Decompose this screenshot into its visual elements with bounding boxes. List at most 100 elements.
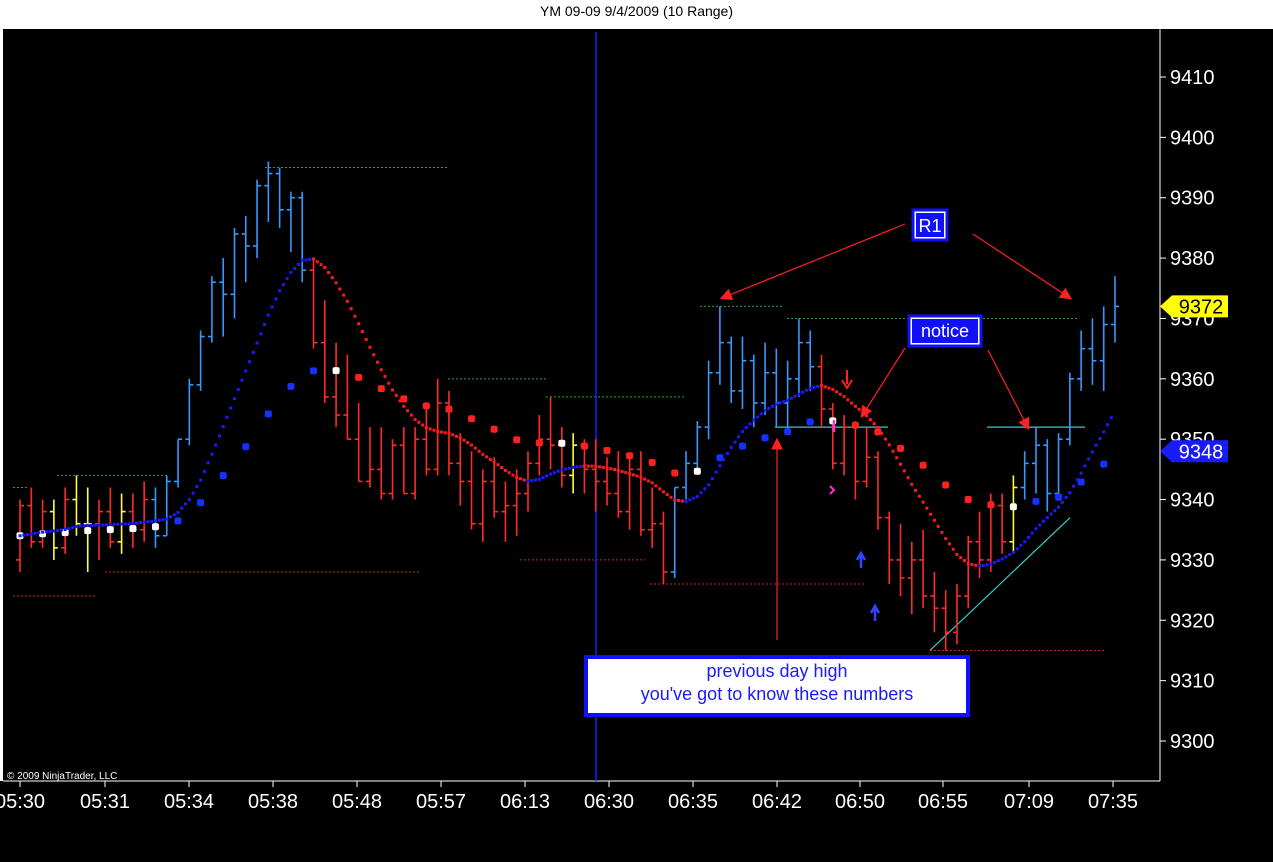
- fast-average-dot: [801, 390, 805, 394]
- fast-average-dot: [93, 523, 97, 527]
- fast-average-dot: [876, 426, 880, 430]
- fast-average-dot: [466, 441, 470, 445]
- fast-average-dot: [214, 443, 218, 447]
- fast-average-dot: [78, 524, 82, 528]
- fast-average-dot: [503, 468, 507, 472]
- fast-average-dot: [714, 470, 718, 474]
- y-tick-label: 9310: [1170, 671, 1215, 693]
- fast-average-dot: [417, 420, 421, 424]
- fast-average-dot: [910, 482, 914, 486]
- fast-average-dot: [432, 428, 436, 432]
- fast-average-dot: [827, 386, 831, 390]
- fast-average-dot: [406, 409, 410, 413]
- fast-average-dot: [974, 563, 978, 567]
- fast-average-dot: [564, 467, 568, 471]
- slow-average-dot: [377, 385, 385, 393]
- fast-average-dot: [29, 532, 33, 536]
- fast-average-dot: [1008, 553, 1012, 557]
- slow-average-dot: [151, 523, 159, 531]
- fast-average-dot: [771, 404, 775, 408]
- fast-average-dot: [842, 395, 846, 399]
- x-tick-label: 06:42: [752, 791, 802, 813]
- fast-average-dot: [556, 469, 560, 473]
- fast-average-dot: [582, 464, 586, 468]
- fast-average-dot: [477, 449, 481, 453]
- fast-average-dot: [778, 401, 782, 405]
- fast-average-dot: [880, 431, 884, 435]
- fast-average-dot: [436, 429, 440, 433]
- fast-average-dot: [1057, 505, 1061, 509]
- fast-average-dot: [883, 437, 887, 441]
- fast-average-dot: [1102, 430, 1106, 434]
- y-tick-label: 9320: [1170, 610, 1215, 632]
- slow-average-dot: [332, 367, 340, 375]
- fast-average-dot: [86, 523, 90, 527]
- fast-average-dot: [74, 524, 78, 528]
- slow-average-dot: [264, 410, 272, 418]
- fast-average-dot: [142, 520, 146, 524]
- fast-average-dot: [1060, 500, 1064, 504]
- fast-average-dot: [225, 415, 229, 419]
- fast-average-dot: [409, 413, 413, 417]
- fast-average-dot: [729, 445, 733, 449]
- fast-average-dot: [914, 488, 918, 492]
- x-tick-label: 05:31: [80, 791, 130, 813]
- slow-average-dot: [919, 461, 927, 469]
- fast-average-dot: [1034, 527, 1038, 531]
- fast-average-dot: [266, 313, 270, 317]
- fast-average-dot: [661, 490, 665, 494]
- fast-average-dot: [628, 472, 632, 476]
- fast-average-dot: [71, 525, 75, 529]
- slow-average-dot: [535, 439, 543, 447]
- fast-average-dot: [597, 465, 601, 469]
- fast-average-dot: [176, 511, 180, 515]
- fast-average-dot: [112, 522, 116, 526]
- fast-average-dot: [530, 479, 534, 483]
- copyright-text: © 2009 NinjaTrader, LLC: [7, 771, 117, 782]
- y-tick-label: 9380: [1170, 248, 1215, 270]
- note-line-2: you've got to know these numbers: [641, 684, 914, 704]
- fast-average-dot: [293, 266, 297, 270]
- fast-average-dot: [67, 526, 71, 530]
- slow-average-dot: [738, 442, 746, 450]
- fast-average-dot: [947, 542, 951, 546]
- fast-average-dot: [379, 368, 383, 372]
- slow-average-dot: [648, 459, 656, 467]
- fast-average-dot: [669, 495, 673, 499]
- fast-average-dot: [763, 409, 767, 413]
- fast-average-dot: [116, 522, 120, 526]
- fast-average-dot: [97, 523, 101, 527]
- fast-average-dot: [48, 529, 52, 533]
- slow-average-dot: [761, 434, 769, 442]
- plot-area[interactable]: [3, 29, 1159, 781]
- fast-average-dot: [853, 404, 857, 408]
- fast-average-dot: [1026, 535, 1030, 539]
- slow-average-dot: [468, 415, 476, 423]
- fast-average-dot: [812, 385, 816, 389]
- fast-average-dot: [221, 425, 225, 429]
- fast-average-dot: [767, 406, 771, 410]
- fast-average-dot: [1053, 509, 1057, 513]
- fast-average-dot: [865, 414, 869, 418]
- slow-average-dot: [626, 452, 634, 460]
- fast-average-dot: [613, 468, 617, 472]
- fast-average-dot: [846, 398, 850, 402]
- fast-average-dot: [1004, 555, 1008, 559]
- fast-average-dot: [759, 412, 763, 416]
- fast-average-dot: [872, 422, 876, 426]
- fast-average-dot: [756, 415, 760, 419]
- fast-average-dot: [819, 384, 823, 388]
- slow-average-dot: [129, 525, 137, 533]
- fast-average-dot: [816, 384, 820, 388]
- fast-average-dot: [248, 360, 252, 364]
- fast-average-dot: [718, 464, 722, 468]
- fast-average-dot: [518, 477, 522, 481]
- fast-average-dot: [673, 498, 677, 502]
- fast-average-dot: [643, 477, 647, 481]
- slow-average-dot: [1009, 503, 1017, 511]
- fast-average-dot: [737, 435, 741, 439]
- fast-average-dot: [44, 530, 48, 534]
- fast-average-dot: [680, 499, 684, 503]
- fast-average-dot: [59, 528, 63, 532]
- fast-average-dot: [161, 518, 165, 522]
